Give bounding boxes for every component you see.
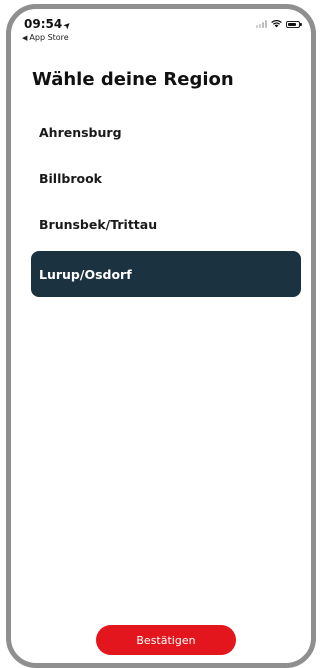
region-item-ahrensburg[interactable]: Ahrensburg	[31, 109, 301, 155]
region-item-label: Lurup/Osdorf	[39, 266, 132, 282]
wifi-icon	[271, 20, 282, 28]
confirm-button[interactable]: Bestätigen	[96, 625, 236, 655]
region-item-brunsbek-trittau[interactable]: Brunsbek/Trittau	[31, 201, 301, 247]
back-triangle-icon: ◀	[22, 34, 28, 42]
location-arrow-icon: ➤	[61, 19, 75, 33]
back-to-app-store-label: App Store	[29, 33, 69, 42]
back-to-app-store-link[interactable]: ◀ App Store	[22, 33, 69, 42]
status-time: 09:54➤	[24, 17, 75, 33]
region-item-lurup-osdorf[interactable]: Lurup/Osdorf	[31, 251, 301, 297]
region-list: Ahrensburg Billbrook Brunsbek/Trittau Lu…	[31, 109, 301, 297]
page-title: Wähle deine Region	[32, 69, 234, 90]
cellular-signal-icon	[256, 20, 267, 28]
status-time-text: 09:54	[24, 17, 63, 31]
region-item-billbrook[interactable]: Billbrook	[31, 155, 301, 201]
region-item-label: Ahrensburg	[39, 124, 122, 140]
region-item-label: Brunsbek/Trittau	[39, 216, 158, 232]
status-bar: 09:54➤ ◀ App Store	[11, 9, 311, 53]
status-icons	[256, 20, 302, 28]
region-item-label: Billbrook	[39, 170, 102, 186]
battery-icon	[286, 20, 302, 28]
phone-frame: 09:54➤ ◀ App Store Wähle deine Region Ahr…	[6, 4, 316, 668]
